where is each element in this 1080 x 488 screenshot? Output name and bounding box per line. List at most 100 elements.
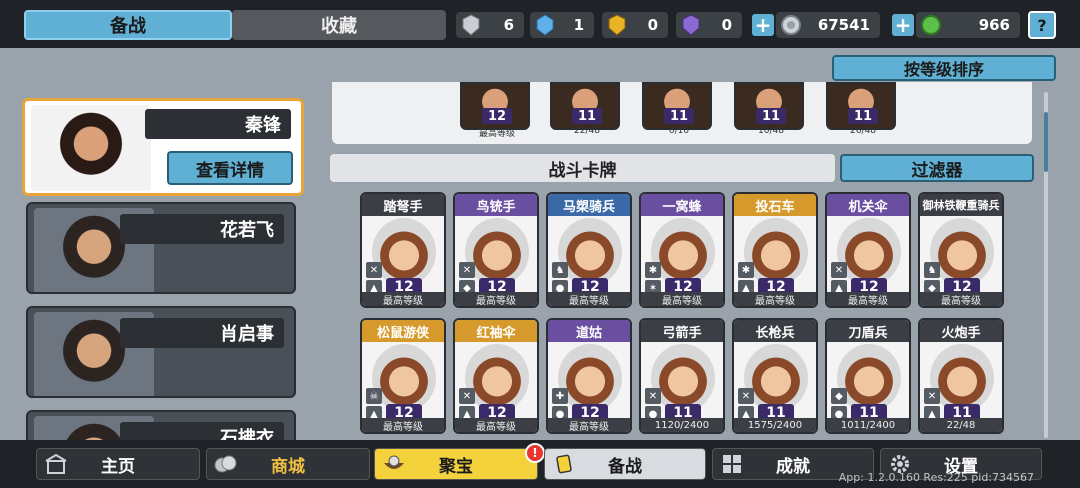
battle-card[interactable]: 红袖伞 ✕ ▲ 12 最高等级 xyxy=(453,318,539,434)
gold-token-icon xyxy=(606,13,628,37)
heal-icon: ✚ xyxy=(552,388,568,404)
card-level: 11 xyxy=(848,108,878,124)
battle-card[interactable]: 道姑 ✚ ● 12 最高等级 xyxy=(546,318,632,434)
top-bar: 备战 收藏 6 1 0 0 + 67541 + 966 ? xyxy=(0,0,1080,48)
card-name: 红袖伞 xyxy=(455,320,537,342)
resource-silver: 6 xyxy=(456,12,524,38)
resource-purple-value: 0 xyxy=(721,16,732,34)
battle-card[interactable]: 机关伞 ✕ ▲ 12 最高等级 xyxy=(825,192,911,308)
nav-achievements-label: 成就 xyxy=(776,456,810,477)
card-progress: 最高等级 xyxy=(641,292,723,306)
battle-card[interactable]: 马槊骑兵 ♞ ● 12 最高等级 xyxy=(546,192,632,308)
card-progress: 最高等级 xyxy=(455,418,537,432)
resource-purple: 0 xyxy=(676,12,742,38)
gear-icon: ✱ xyxy=(738,262,754,278)
card-level: 11 xyxy=(756,108,786,124)
equipped-card[interactable]: 11 10/48 xyxy=(734,82,804,136)
card-progress: 10/48 xyxy=(758,126,784,136)
card-progress: 22/48 xyxy=(574,126,600,136)
battle-card[interactable]: 松鼠游侠 ☠ ▲ 12 最高等级 xyxy=(360,318,446,434)
battle-card[interactable]: 弓箭手 ✕ ● 11 1120/2400 xyxy=(639,318,725,434)
gun-icon: ✕ xyxy=(459,262,475,278)
tab-collection[interactable]: 收藏 xyxy=(232,10,446,40)
card-name: 弓箭手 xyxy=(641,320,723,342)
battle-card[interactable]: 一窝蜂 ✱ ✶ 12 最高等级 xyxy=(639,192,725,308)
equipped-card[interactable]: 11 0/10 xyxy=(642,82,712,136)
spear-icon: ✕ xyxy=(738,388,754,404)
battle-card[interactable]: 刀盾兵 ◆ ● 11 1011/2400 xyxy=(825,318,911,434)
hero-card[interactable]: 石拂衣 xyxy=(26,410,296,440)
card-name: 投石车 xyxy=(734,194,816,216)
hero-name: 花若飞 xyxy=(120,214,284,244)
green-gem-icon xyxy=(920,13,942,37)
filter-button[interactable]: 过滤器 xyxy=(840,154,1034,182)
equipped-card[interactable]: 12 最高等级 xyxy=(460,82,530,139)
card-level: 11 xyxy=(664,108,694,124)
hero-card[interactable]: 肖启事 xyxy=(26,306,296,398)
card-level: 11 xyxy=(572,108,602,124)
achievement-grid-icon xyxy=(719,451,745,477)
card-name: 长枪兵 xyxy=(734,320,816,342)
resource-silver-value: 6 xyxy=(503,16,514,34)
resource-gems-value: 966 xyxy=(978,16,1010,34)
card-progress: 0/10 xyxy=(668,126,690,136)
hero-card-selected[interactable]: 秦锋 查看详情 xyxy=(22,98,304,196)
card-progress: 最高等级 xyxy=(920,292,1002,306)
hero-card[interactable]: 花若飞 xyxy=(26,202,296,294)
battle-card[interactable]: 鸟铳手 ✕ ◆ 12 最高等级 xyxy=(453,192,539,308)
hero-name: 秦锋 xyxy=(145,109,291,139)
card-progress: 最高等级 xyxy=(734,292,816,306)
nav-shop[interactable]: 商城 xyxy=(206,448,370,480)
purple-token-icon xyxy=(680,13,702,37)
horse-icon: ♞ xyxy=(552,262,568,278)
sort-by-level-button[interactable]: 按等级排序 xyxy=(832,55,1056,81)
nav-prepare-label: 备战 xyxy=(608,456,642,477)
card-name: 鸟铳手 xyxy=(455,194,537,216)
card-name: 踏弩手 xyxy=(362,194,444,216)
card-name: 机关伞 xyxy=(827,194,909,216)
battle-cards-header: 战斗卡牌 xyxy=(330,154,835,182)
nav-home[interactable]: 主页 xyxy=(36,448,200,480)
battle-card[interactable]: 踏弩手 ✕ ▲ 12 最高等级 xyxy=(360,192,446,308)
sword-icon: ✕ xyxy=(459,388,475,404)
resource-gold-value: 0 xyxy=(647,16,658,34)
tab-prepare[interactable]: 备战 xyxy=(24,10,232,40)
notification-badge: ! xyxy=(525,443,545,463)
card-grid[interactable]: 踏弩手 ✕ ▲ 12 最高等级 鸟铳手 ✕ ◆ 12 最高等级 马槊骑兵 ♞ ●… xyxy=(360,190,1032,440)
battle-card[interactable]: 火炮手 ✕ ▲ 11 22/48 xyxy=(918,318,1004,434)
battle-card[interactable]: 长枪兵 ✕ ▲ 11 1575/2400 xyxy=(732,318,818,434)
shield-icon: ◆ xyxy=(831,388,847,404)
card-progress: 1011/2400 xyxy=(827,418,909,432)
hero-list[interactable]: 秦锋 查看详情 花若飞 肖启事 石拂衣 xyxy=(22,96,304,440)
equipped-card[interactable]: 11 26/48 xyxy=(826,82,896,136)
add-gems-button[interactable]: + xyxy=(892,13,914,37)
resource-coins-value: 67541 xyxy=(817,16,870,34)
bow-icon: ✕ xyxy=(645,388,661,404)
battle-card[interactable]: 御林铁鞭重骑兵 ♞ ◆ 12 最高等级 xyxy=(918,192,1004,308)
nav-treasure[interactable]: 聚宝 ! xyxy=(374,443,545,480)
gun-icon: ✕ xyxy=(924,388,940,404)
card-name: 马槊骑兵 xyxy=(548,194,630,216)
card-name: 火炮手 xyxy=(920,320,1002,342)
nav-home-label: 主页 xyxy=(101,456,135,477)
coin-icon xyxy=(780,13,802,37)
battle-card[interactable]: 投石车 ✱ ▲ 12 最高等级 xyxy=(732,192,818,308)
resource-coins: 67541 xyxy=(776,12,880,38)
shop-coins-icon xyxy=(213,451,239,477)
sword-icon: ✕ xyxy=(831,262,847,278)
card-progress: 最高等级 xyxy=(548,292,630,306)
resource-blue-value: 1 xyxy=(573,16,584,34)
scrollbar-thumb[interactable] xyxy=(1044,112,1048,172)
equipped-cards-strip[interactable]: 12 最高等级 11 22/48 11 0/10 11 10/48 11 26/… xyxy=(332,82,1032,144)
home-gate-icon xyxy=(43,451,69,477)
card-progress: 最高等级 xyxy=(362,418,444,432)
nav-prepare[interactable]: 备战 xyxy=(544,448,706,480)
skull-icon: ☠ xyxy=(366,388,382,404)
view-details-button[interactable]: 查看详情 xyxy=(167,151,293,185)
hero-name: 肖启事 xyxy=(120,318,284,348)
resource-gems: 966 xyxy=(916,12,1020,38)
add-coins-button[interactable]: + xyxy=(752,13,774,37)
help-button[interactable]: ? xyxy=(1028,11,1056,39)
card-progress: 最高等级 xyxy=(548,418,630,432)
equipped-card[interactable]: 11 22/48 xyxy=(550,82,620,136)
